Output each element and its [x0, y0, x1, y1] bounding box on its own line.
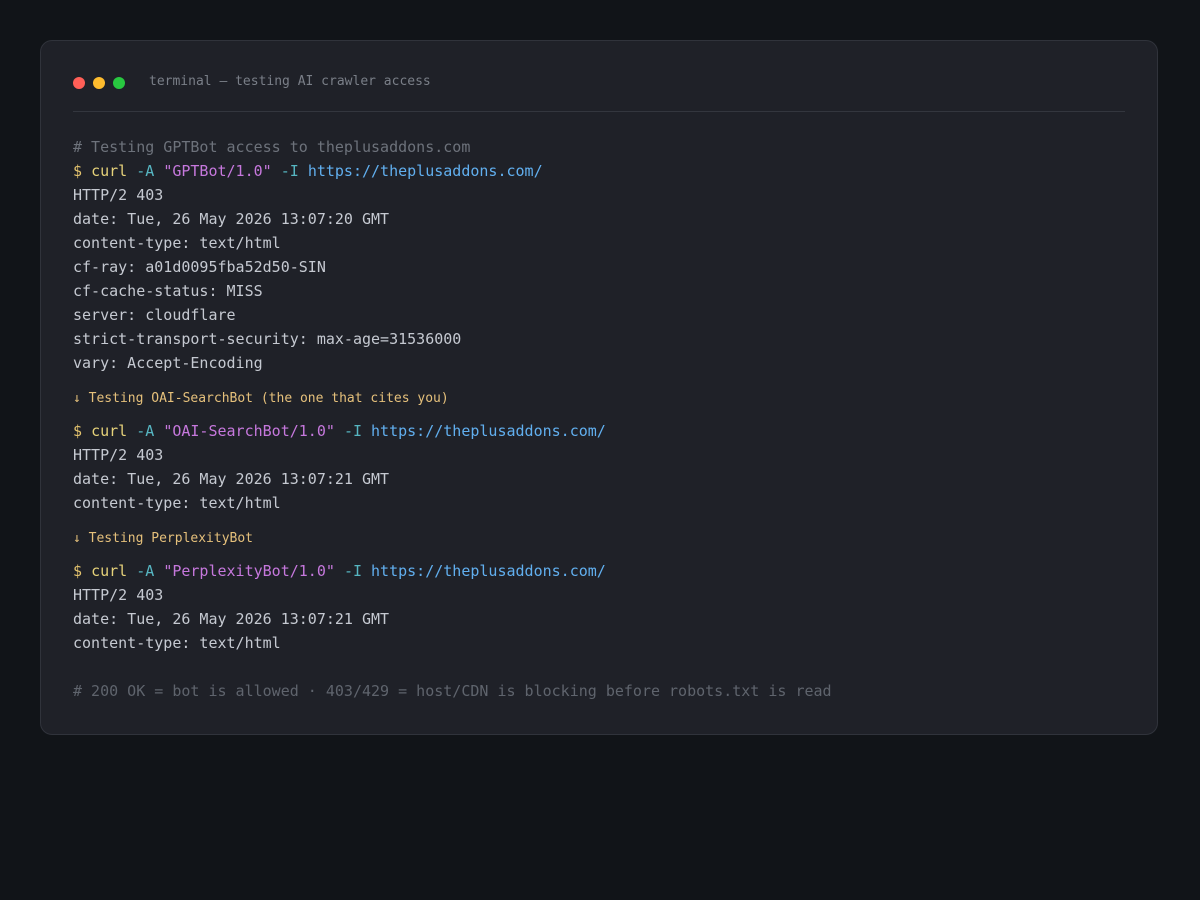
flag-user-agent: -A: [136, 422, 155, 440]
terminal-output[interactable]: # Testing GPTBot access to theplusaddons…: [73, 135, 1125, 703]
flag-head: -I: [280, 162, 299, 180]
user-agent-string: "GPTBot/1.0": [163, 162, 272, 180]
section-marker: ↓ Testing PerplexityBot: [73, 531, 254, 546]
command-name: curl: [91, 562, 128, 580]
flag-user-agent: -A: [136, 562, 155, 580]
output-line: date: Tue, 26 May 2026 13:07:21 GMT: [73, 610, 390, 628]
output-line: date: Tue, 26 May 2026 13:07:21 GMT: [73, 470, 390, 488]
footer-comment: # 200 OK = bot is allowed · 403/429 = ho…: [73, 682, 832, 700]
output-line: date: Tue, 26 May 2026 13:07:20 GMT: [73, 210, 390, 228]
target-url: https://theplusaddons.com/: [307, 162, 543, 180]
output-line: HTTP/2 403: [73, 186, 164, 204]
command-line: $ curl -A "OAI-SearchBot/1.0" -I https:/…: [73, 419, 1125, 443]
comment-line: # Testing GPTBot access to theplusaddons…: [73, 138, 471, 156]
command-name: curl: [91, 162, 128, 180]
terminal-window: terminal — testing AI crawler access # T…: [40, 40, 1158, 735]
window-title: terminal — testing AI crawler access: [149, 74, 431, 89]
flag-head: -I: [343, 562, 362, 580]
user-agent-string: "OAI-SearchBot/1.0": [163, 422, 335, 440]
target-url: https://theplusaddons.com/: [371, 422, 606, 440]
output-line: HTTP/2 403: [73, 446, 164, 464]
output-line: vary: Accept-Encoding: [73, 354, 263, 372]
close-window-button[interactable]: [73, 77, 85, 89]
prompt-symbol: $: [73, 162, 83, 180]
target-url: https://theplusaddons.com/: [371, 562, 606, 580]
output-line: cf-ray: a01d0095fba52d50-SIN: [73, 258, 326, 276]
prompt-symbol: $: [73, 562, 83, 580]
output-line: content-type: text/html: [73, 634, 281, 652]
output-line: strict-transport-security: max-age=31536…: [73, 330, 462, 348]
command-line: $ curl -A "PerplexityBot/1.0" -I https:/…: [73, 559, 1125, 583]
maximize-window-button[interactable]: [113, 77, 125, 89]
flag-user-agent: -A: [136, 162, 155, 180]
title-bar: terminal — testing AI crawler access: [73, 41, 1125, 112]
prompt-symbol: $: [73, 422, 83, 440]
command-line: $ curl -A "GPTBot/1.0" -I https://theplu…: [73, 159, 1125, 183]
output-line: content-type: text/html: [73, 494, 281, 512]
flag-head: -I: [343, 422, 362, 440]
output-line: cf-cache-status: MISS: [73, 282, 263, 300]
user-agent-string: "PerplexityBot/1.0": [163, 562, 335, 580]
output-line: HTTP/2 403: [73, 586, 164, 604]
section-marker: ↓ Testing OAI-SearchBot (the one that ci…: [73, 391, 449, 406]
command-name: curl: [91, 422, 128, 440]
output-line: server: cloudflare: [73, 306, 236, 324]
minimize-window-button[interactable]: [93, 77, 105, 89]
output-line: content-type: text/html: [73, 234, 281, 252]
